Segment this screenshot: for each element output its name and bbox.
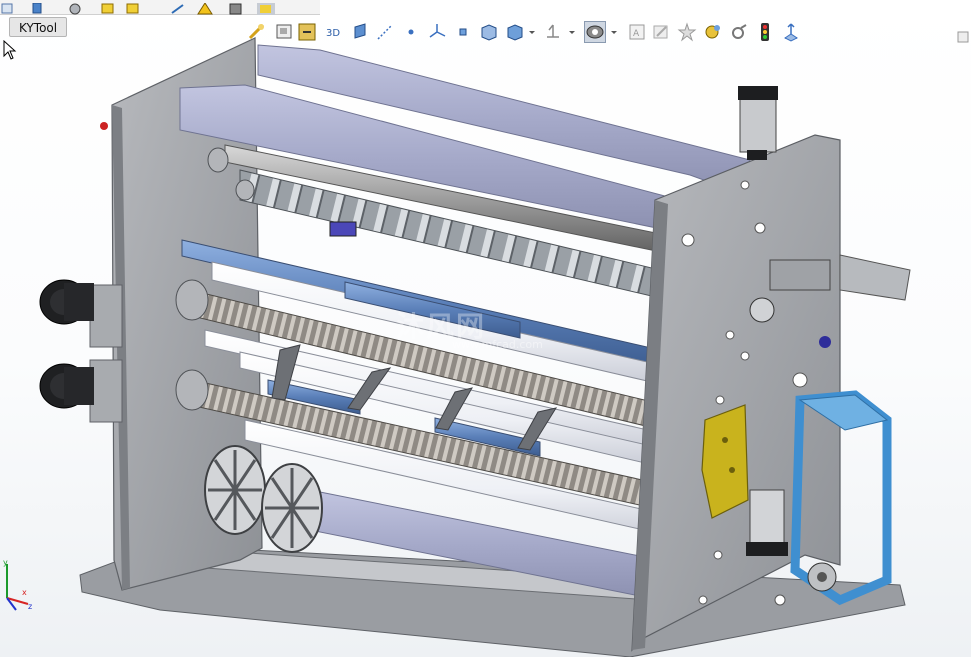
hide-show-items-icon[interactable] bbox=[542, 21, 564, 43]
chevron-down-icon[interactable] bbox=[528, 27, 536, 37]
triad-y-label: y bbox=[3, 558, 8, 567]
point-icon[interactable] bbox=[400, 21, 422, 43]
command-icon[interactable] bbox=[0, 0, 16, 14]
mouse-cursor-icon bbox=[3, 39, 17, 64]
command-icon[interactable] bbox=[256, 0, 276, 15]
expand-panel-icon[interactable] bbox=[957, 28, 969, 47]
command-icon[interactable] bbox=[100, 0, 116, 14]
section-view-icon[interactable] bbox=[350, 21, 372, 43]
chevron-down-icon[interactable] bbox=[610, 27, 618, 37]
view-orientation-icon[interactable] bbox=[478, 21, 500, 43]
reference-triad: y x z bbox=[0, 558, 40, 614]
move-triad-icon[interactable] bbox=[780, 21, 802, 43]
command-icon[interactable] bbox=[30, 0, 46, 14]
command-icon[interactable] bbox=[68, 0, 84, 15]
traffic-light-icon[interactable] bbox=[754, 21, 776, 43]
svg-text:A: A bbox=[633, 29, 640, 39]
graphics-viewport[interactable]: 沐风网 www.mfcad.com KYTool 3D A y x z bbox=[0, 0, 971, 657]
origin-icon[interactable] bbox=[452, 21, 474, 43]
render-tools-icon[interactable] bbox=[676, 21, 698, 43]
kytool-tab[interactable]: KYTool bbox=[9, 17, 68, 37]
triad-z-label: z bbox=[28, 602, 33, 611]
cosmetic-thread-icon[interactable] bbox=[702, 21, 724, 43]
heads-up-view-toolbar: 3D A bbox=[246, 19, 806, 47]
command-icon[interactable] bbox=[125, 0, 141, 14]
axis-triad-icon[interactable] bbox=[426, 21, 448, 43]
zoom-to-fit-icon[interactable] bbox=[246, 21, 268, 43]
edit-appearance-icon[interactable] bbox=[584, 21, 606, 43]
command-icon[interactable] bbox=[228, 0, 244, 15]
sketch-line-icon[interactable] bbox=[374, 21, 396, 43]
svg-text:3D: 3D bbox=[326, 28, 340, 39]
3d-drawing-view-icon[interactable]: 3D bbox=[324, 21, 346, 43]
move-triad-icon[interactable] bbox=[728, 21, 750, 43]
view-settings-icon[interactable] bbox=[650, 21, 672, 43]
previous-view-icon[interactable] bbox=[296, 21, 318, 43]
zoom-to-area-icon[interactable] bbox=[274, 21, 296, 43]
triad-x-label: x bbox=[22, 588, 27, 597]
chevron-down-icon[interactable] bbox=[568, 27, 576, 37]
apply-scene-icon[interactable]: A bbox=[626, 21, 648, 43]
display-style-icon[interactable] bbox=[504, 21, 526, 43]
command-icon[interactable] bbox=[170, 0, 186, 14]
watermark-url: www.mfcad.com bbox=[452, 338, 543, 351]
warning-icon[interactable] bbox=[197, 0, 213, 15]
command-manager-strip bbox=[0, 0, 320, 15]
